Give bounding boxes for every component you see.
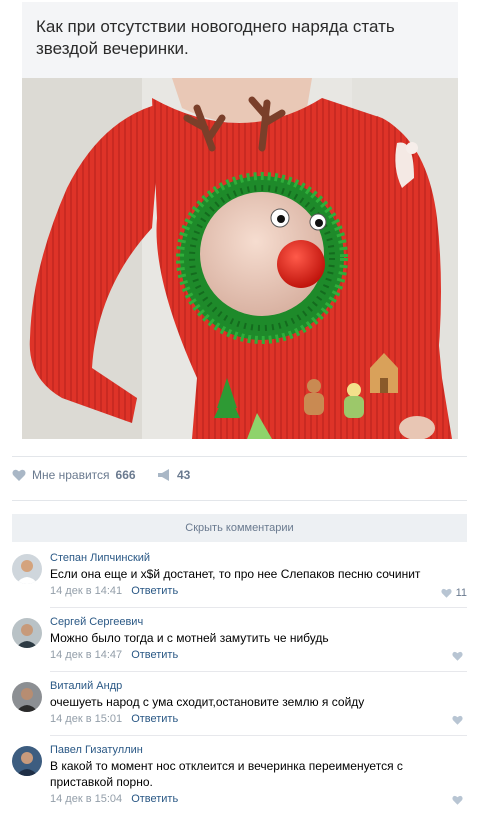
comment: Виталий Андр очешуеть народ с ума сходит…: [12, 678, 467, 734]
comment-time[interactable]: 14 дек в 15:01: [50, 713, 122, 725]
post-photo[interactable]: [22, 78, 458, 439]
reply-link[interactable]: Ответить: [131, 585, 178, 597]
comment-meta: 14 дек в 14:41 Ответить: [50, 585, 178, 597]
comment-meta: 14 дек в 15:04 Ответить: [50, 793, 178, 805]
comment-meta: 14 дек в 15:01 Ответить: [50, 713, 178, 725]
comment-time[interactable]: 14 дек в 14:41: [50, 585, 122, 597]
like-button[interactable]: Мне нравится 666: [12, 468, 136, 482]
like-count: 666: [115, 468, 136, 482]
post-actions: Мне нравится 666 43: [12, 468, 467, 490]
comment-author[interactable]: Павел Гизатуллин: [50, 744, 143, 756]
heart-icon: [452, 651, 463, 661]
divider: [50, 671, 467, 672]
comment-author[interactable]: Сергей Сергеевич: [50, 616, 143, 628]
divider: [12, 500, 467, 501]
comment-text: Можно было тогда и с мотней замутить че …: [50, 631, 329, 645]
share-count: 43: [177, 468, 191, 482]
comment-like-count: 11: [455, 587, 467, 599]
comment-time[interactable]: 14 дек в 14:47: [50, 649, 122, 661]
reply-link[interactable]: Ответить: [131, 713, 178, 725]
avatar[interactable]: [12, 682, 42, 712]
comment-text: очешуеть народ с ума сходит,остановите з…: [50, 695, 365, 709]
reply-link[interactable]: Ответить: [131, 793, 178, 805]
avatar[interactable]: [12, 554, 42, 584]
avatar[interactable]: [12, 618, 42, 648]
comment: Сергей Сергеевич Можно было тогда и с мо…: [12, 614, 467, 670]
divider: [50, 735, 467, 736]
comment-author[interactable]: Виталий Андр: [50, 680, 122, 692]
megaphone-icon: [157, 469, 171, 481]
heart-icon: [12, 469, 26, 481]
hide-comments-button[interactable]: Скрыть комментарии: [12, 514, 467, 542]
divider: [50, 607, 467, 608]
heart-icon: [452, 715, 463, 725]
comment-like-button[interactable]: [452, 795, 467, 805]
comment-meta: 14 дек в 14:47 Ответить: [50, 649, 178, 661]
comment-text: В какой то момент нос отклеится и вечери…: [50, 759, 403, 789]
comment-time[interactable]: 14 дек в 15:04: [50, 793, 122, 805]
comment-text: Если она еще и х$й достанет, то про нее …: [50, 567, 421, 581]
post-header: Как при отсутствии новогоднего наряда ст…: [22, 2, 458, 78]
heart-icon: [452, 795, 463, 805]
comment: Степан Липчинский Если она еще и х$й дос…: [12, 550, 467, 606]
divider: [12, 456, 467, 457]
reply-link[interactable]: Ответить: [131, 649, 178, 661]
comment-author[interactable]: Степан Липчинский: [50, 552, 150, 564]
avatar[interactable]: [12, 746, 42, 776]
heart-icon: [440, 588, 452, 598]
post-photo-illustration: [22, 78, 458, 439]
like-label: Мне нравится: [32, 468, 110, 482]
comment-like-button[interactable]: [452, 715, 467, 725]
comment: Павел Гизатуллин В какой то момент нос о…: [12, 742, 467, 812]
comment-like-button[interactable]: [452, 651, 467, 661]
comment-like-button[interactable]: 11: [440, 587, 467, 599]
share-button[interactable]: 43: [157, 468, 190, 482]
post-text: Как при отсутствии новогоднего наряда ст…: [36, 17, 395, 58]
